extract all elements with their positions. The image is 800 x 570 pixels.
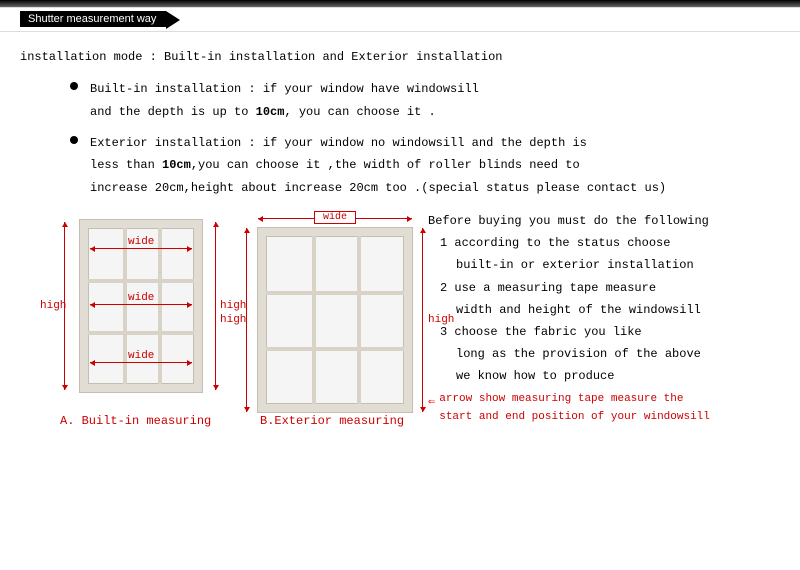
page-title: Shutter measurement way [28, 13, 156, 25]
exterior-depth: 10cm [162, 158, 191, 172]
wide-arrow-icon [90, 248, 192, 249]
bullet-exterior-text: Exterior installation : if your window n… [90, 132, 666, 200]
wide-arrow-icon [90, 304, 192, 305]
instr-2: 2 use a measuring tape measure [440, 277, 780, 299]
bullet-exterior: Exterior installation : if your window n… [70, 132, 780, 200]
builtin-line2a: and the depth is up to [90, 105, 256, 119]
high-label: high [220, 314, 246, 326]
bullet-dot-icon [70, 82, 78, 90]
exterior-line2c: ,you can choose it ,the width of roller … [191, 158, 580, 172]
divider [0, 31, 800, 32]
builtin-line1: Built-in installation : if your window h… [90, 82, 479, 96]
header-bar [0, 0, 800, 8]
arrow-note-l1: arrow show measuring tape measure the [439, 393, 683, 405]
high-arrow-icon [215, 222, 216, 390]
high-label: high [220, 300, 246, 312]
page-title-ribbon: Shutter measurement way [20, 11, 166, 27]
wide-label: wide [314, 211, 356, 224]
instr-3: 3 choose the fabric you like [440, 321, 780, 343]
high-label: high [428, 314, 454, 326]
high-label: high [40, 300, 66, 312]
wide-label: wide [128, 350, 154, 362]
arrow-note-l2: start and end position of your windowsil… [439, 411, 710, 423]
instr-3c: we know how to produce [440, 365, 780, 387]
instructions-block: Before buying you must do the following … [428, 210, 780, 430]
instructions-intro: Before buying you must do the following [428, 210, 780, 232]
caption-a: A. Built-in measuring [60, 414, 211, 428]
instr-1b: built-in or exterior installation [440, 254, 780, 276]
wide-arrow-icon [90, 362, 192, 363]
instr-1: 1 according to the status choose [440, 232, 780, 254]
instr-3b: long as the provision of the above [440, 343, 780, 365]
diagram-exterior-measuring: wide high high B.Exterior measuring [250, 210, 420, 430]
caption-b: B.Exterior measuring [260, 414, 404, 428]
builtin-depth: 10cm [256, 105, 285, 119]
wide-label: wide [128, 236, 154, 248]
installation-mode-line: installation mode : Built-in installatio… [20, 50, 780, 64]
diagram-builtin-measuring: wide wide wide high high A. Built-in mea… [50, 210, 220, 430]
exterior-line2a: less than [90, 158, 162, 172]
arrow-left-icon: ⇐ [428, 393, 435, 412]
window-frame-b [258, 228, 412, 412]
bullet-builtin: Built-in installation : if your window h… [70, 78, 780, 124]
builtin-line2c: , you can choose it . [284, 105, 435, 119]
bullet-dot-icon [70, 136, 78, 144]
wide-label: wide [128, 292, 154, 304]
high-arrow-icon [422, 228, 423, 412]
bullet-builtin-text: Built-in installation : if your window h… [90, 78, 479, 124]
arrow-note: ⇐ arrow show measuring tape measure the … [428, 391, 780, 426]
exterior-line3: increase 20cm,height about increase 20cm… [90, 181, 666, 195]
instr-2b: width and height of the windowsill [440, 299, 780, 321]
exterior-line1: Exterior installation : if your window n… [90, 136, 587, 150]
